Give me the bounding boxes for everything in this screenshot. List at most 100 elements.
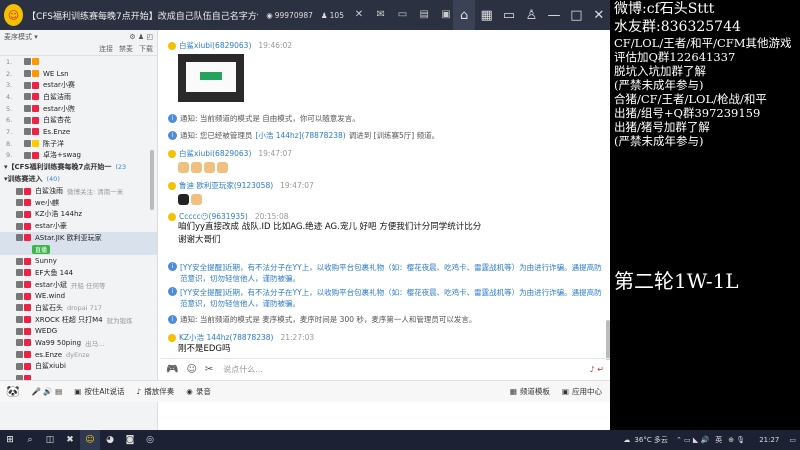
avatar[interactable] — [168, 149, 176, 158]
chat-scrollbar[interactable] — [606, 320, 610, 360]
sub-channel[interactable]: ▾ 训练赛进入 (40) — [0, 173, 157, 185]
queue-item[interactable]: 9. 卓洛+swag — [0, 150, 157, 162]
user-name[interactable]: WEDG — [35, 327, 57, 335]
record-button[interactable]: ◉ 录音 — [186, 386, 211, 397]
queue-item[interactable]: 2. WE Lsn — [0, 68, 157, 80]
app-center-button[interactable]: ▣ 应用中心 — [562, 386, 602, 397]
member-row[interactable]: Wa99 50ping 出马... — [0, 337, 157, 349]
member-row[interactable]: KZ小浩 144hz — [0, 209, 157, 221]
user-name[interactable]: 白鲨洁雨 — [43, 92, 71, 102]
yy-app-icon[interactable]: ☺ — [80, 430, 100, 450]
member-row[interactable]: Sunny — [0, 255, 157, 267]
scissors-icon[interactable]: ✂ — [205, 364, 213, 375]
screen-icon[interactable]: ▣ — [439, 8, 453, 22]
member-row[interactable]: AStar.JIK 欧利亚玩家 — [0, 231, 157, 244]
chat-input[interactable]: 说点什么... — [223, 364, 263, 375]
shared-image[interactable] — [178, 54, 244, 102]
message-icon[interactable]: ▭ — [396, 8, 410, 22]
user-name[interactable]: Sunny — [35, 257, 57, 265]
user-name[interactable]: es.Enze — [35, 351, 62, 359]
member-row[interactable]: XROCK 枉超 只打M4 就为锻炼 — [0, 314, 157, 326]
avatar[interactable] — [168, 333, 176, 342]
member-row[interactable]: we小麒 — [0, 197, 157, 209]
user-name[interactable]: WE.wind — [35, 292, 65, 300]
input-method-icon[interactable]: ⊕ 🎙 — [728, 436, 745, 444]
queue-item[interactable]: 7. Es.Enze — [0, 126, 157, 138]
task-view-icon[interactable]: ◫ — [40, 430, 60, 450]
user-name[interactable]: we小麒 — [35, 198, 59, 208]
mic-settings-icon[interactable]: 🎤 🔊 ▤ — [32, 387, 63, 396]
user-name[interactable]: KZ小浩 144hz — [35, 209, 82, 219]
mode-selector[interactable]: 麦序模式 ▾ ⚙ ♟ ◰ — [0, 30, 157, 43]
chrome-icon[interactable]: ◕ — [100, 430, 120, 450]
gamepad-icon[interactable]: 🎮 — [166, 364, 178, 375]
emoji-button-icon[interactable]: ☺ — [186, 364, 196, 375]
send-icon[interactable]: ♪ ↵ — [590, 365, 604, 374]
tray-icons[interactable]: ⌃ ▭ ◣ 🔊 — [676, 436, 709, 444]
hold-to-talk-button[interactable]: ▣ 按住Alt说话 — [74, 386, 124, 397]
user-name[interactable]: estar小煦 — [43, 104, 75, 114]
weather-widget[interactable]: ☁ 36°C 多云 — [623, 435, 668, 445]
user-name[interactable]: 白鲨石头 — [35, 303, 63, 313]
panda-avatar-icon[interactable]: 🐼 — [6, 385, 20, 398]
avatar[interactable] — [168, 212, 176, 221]
gift-icon[interactable]: ✉ — [374, 8, 388, 22]
monitor-icon[interactable]: ▭ — [498, 0, 520, 30]
user-name[interactable]: 白鲨杏花 — [43, 115, 71, 125]
member-row[interactable]: estar小斌 开船 任何等 — [0, 279, 157, 291]
live-tag[interactable]: 直播 — [32, 244, 51, 254]
avatar[interactable] — [168, 181, 176, 190]
mute-icon[interactable]: ✕ — [352, 8, 366, 22]
search-icon[interactable]: ⌕ — [20, 430, 40, 450]
obs-icon[interactable]: ◎ — [140, 430, 160, 450]
close-icon[interactable]: ✕ — [588, 0, 610, 30]
queue-item[interactable]: 8. 陈子洋 — [0, 138, 157, 150]
member-row[interactable]: WE.wind — [0, 290, 157, 302]
notification-icon[interactable]: ▭ — [789, 436, 796, 444]
queue-item[interactable]: 1. — [0, 56, 157, 68]
maximize-icon[interactable]: □ — [565, 0, 587, 30]
play-music-button[interactable]: ♪ 播放伴奏 — [136, 386, 174, 397]
member-row[interactable]: 白鲨石头 dropai 717 — [0, 302, 157, 314]
user-name[interactable]: Es.Enze — [43, 128, 70, 136]
folder-icon[interactable]: ▤ — [417, 8, 431, 22]
queue-item[interactable]: 3. estar小赛 — [0, 79, 157, 91]
minimize-icon[interactable]: — — [543, 0, 565, 30]
tab-mute[interactable]: 禁麦 — [119, 44, 133, 54]
user-name[interactable]: EF大鱼 144 — [35, 268, 73, 278]
user-name[interactable]: AStar.JIK 欧利亚玩家 — [35, 233, 102, 243]
queue-item[interactable]: 5. estar小煦 — [0, 103, 157, 115]
member-row[interactable]: estar小豪 — [0, 220, 157, 232]
user-name[interactable]: estar小斌 — [35, 280, 67, 290]
person-icon[interactable]: ♙ — [520, 0, 542, 30]
app-icon[interactable]: ◙ — [120, 430, 140, 450]
game-app-icon[interactable]: ✖ — [60, 430, 80, 450]
queue-item[interactable]: 4. 白鲨洁雨 — [0, 91, 157, 103]
avatar[interactable] — [168, 41, 176, 50]
clock[interactable]: 21:27 — [759, 436, 779, 444]
queue-item[interactable]: 6. 白鲨杏花 — [0, 114, 157, 126]
user-name[interactable]: Wa99 50ping — [35, 339, 81, 347]
user-name[interactable]: 白鲨浊雨 — [35, 186, 63, 196]
tab-download[interactable]: 下载 — [139, 44, 153, 54]
member-row[interactable]: EF大鱼 144 — [0, 267, 157, 279]
user-name[interactable]: 白鲨xiubi — [35, 361, 66, 371]
user-name[interactable]: 卓洛+swag — [43, 150, 81, 160]
channel-template-button[interactable]: ▦ 频道模板 — [510, 386, 550, 397]
user-name[interactable]: 陈子洋 — [43, 139, 64, 149]
tab-connect[interactable]: 连接 — [99, 44, 113, 54]
user-name[interactable]: estar小赛 — [43, 80, 75, 90]
channel-group[interactable]: ▾ 【CFS福利训练赛每晚7点开始一 (23 — [0, 161, 157, 173]
member-row[interactable]: 白鲨xiubi — [0, 361, 157, 373]
windows-start-icon[interactable]: ⊞ — [0, 430, 20, 450]
member-row[interactable]: WEDG — [0, 325, 157, 337]
sidebar-scrollbar[interactable] — [150, 150, 154, 210]
user-name[interactable]: XROCK 枉超 只打M4 — [35, 315, 103, 325]
user-name[interactable]: WE Lsn — [43, 70, 69, 78]
grid-icon[interactable]: ▦ — [475, 0, 497, 30]
member-row[interactable]: 白鲨浊雨 微博关注: 清南一米 — [0, 185, 157, 197]
member-row[interactable]: es.Enze dyEnze — [0, 349, 157, 361]
home-icon[interactable]: ⌂ — [452, 0, 476, 30]
language-indicator[interactable]: 英 — [715, 435, 722, 445]
settings-icon[interactable]: ⚙ ♟ ◰ — [129, 33, 153, 41]
